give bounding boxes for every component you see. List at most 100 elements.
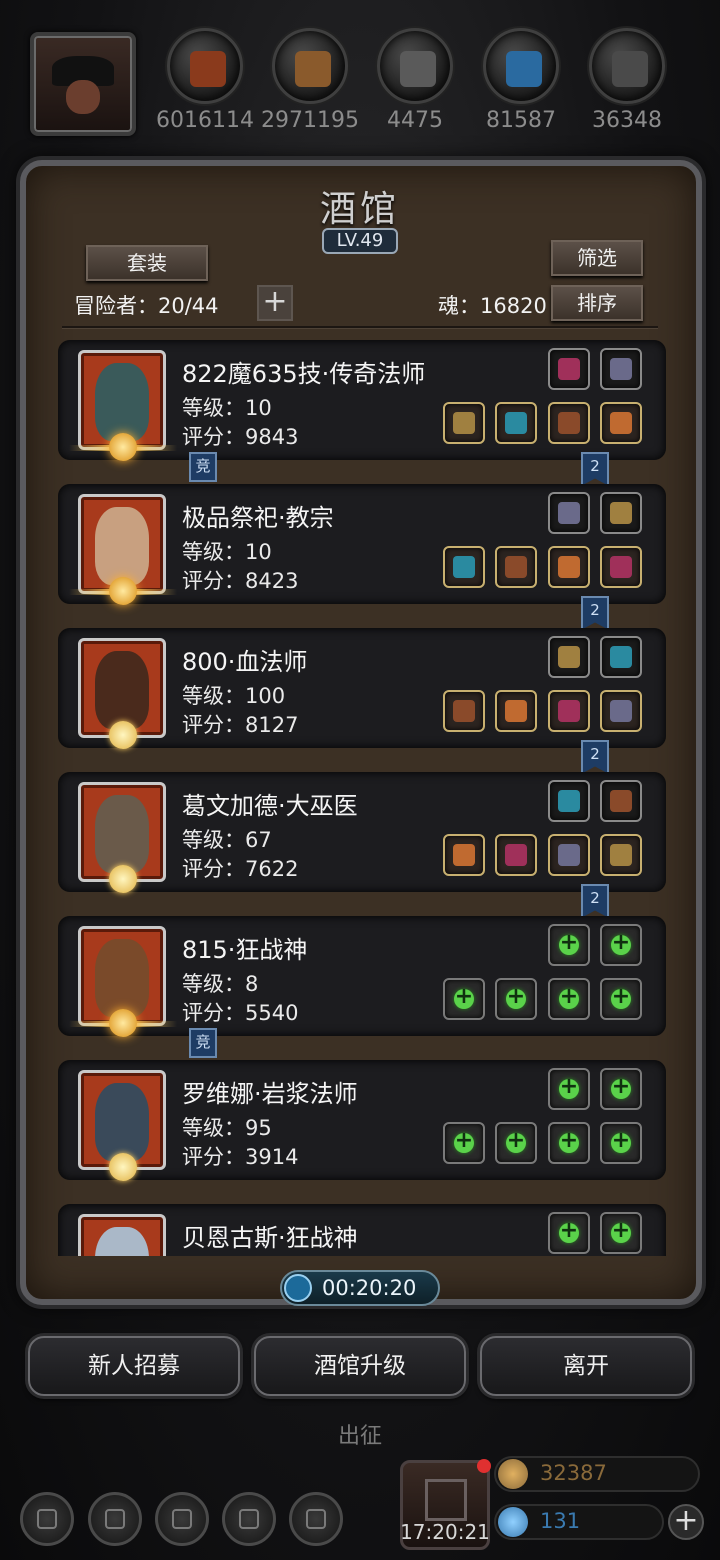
equipment-slot[interactable] [548,348,590,390]
equipment-slot[interactable] [548,834,590,876]
leave-button[interactable]: 离开 [480,1336,692,1396]
equipment-slot[interactable] [600,780,642,822]
equipment-slot[interactable] [443,546,485,588]
hero-button[interactable] [289,1492,343,1546]
hero-face [95,939,149,1017]
hero-portrait[interactable] [78,1070,166,1181]
equipment-slot[interactable] [548,636,590,678]
equipment-slot[interactable] [548,402,590,444]
hero-level: 等级：10 [182,540,272,564]
gold-amount: 32387 [540,1461,607,1485]
hero-card[interactable]: 罗维娜·岩浆法师 等级：95 评分：3914 [58,1060,666,1181]
equipment-slot[interactable] [600,690,642,732]
gold-display: 32387 [494,1456,700,1492]
add-slot-icon [506,1128,526,1153]
hero-portrait[interactable] [78,782,166,893]
resource-value: 81587 [486,108,556,133]
equipment-slot[interactable] [495,546,537,588]
upgrade-tavern-button[interactable]: 酒馆升级 [254,1336,466,1396]
hero-face [95,795,149,873]
equipment-slot[interactable] [600,402,642,444]
equipment-slot[interactable] [495,690,537,732]
hero-score: 评分：3914 [182,1145,299,1169]
equipment-slot[interactable] [600,348,642,390]
hero-name: 葛文加德·大巫医 [182,792,358,820]
hero-card[interactable]: 822魔635技·传奇法师 等级：10 评分：9843 [58,340,666,461]
rank-ribbon: 2 [581,884,609,918]
add-slot-icon [611,984,631,1009]
sortie-label[interactable]: 出征 [270,1418,450,1454]
equipment-slot[interactable] [495,978,537,1020]
hero-card[interactable]: 815·狂战神 等级：8 评分：5540 [58,916,666,1037]
equipment-slot[interactable] [443,978,485,1020]
equipment-slot[interactable] [548,978,590,1020]
hero-portrait[interactable] [78,638,166,749]
recruit-button[interactable]: 新人招募 [28,1336,240,1396]
resource-value: 36348 [592,108,662,133]
equipment-slot[interactable] [600,978,642,1020]
equipment-slot[interactable] [600,924,642,966]
equipment-slot[interactable] [443,402,485,444]
hero-portrait[interactable] [69,926,177,1037]
hero-level: 等级：95 [182,1116,272,1140]
guild-button[interactable] [155,1492,209,1546]
gold-coin-icon [498,1459,528,1489]
hammer-icon [453,556,475,578]
equipment-slot[interactable] [600,636,642,678]
resource-0: 6016114 [150,28,260,133]
add-currency-button[interactable]: + [668,1504,704,1540]
resource-1: 2971195 [255,28,365,133]
hero-card[interactable]: 极品祭祀·教宗 等级：10 评分：8423 [58,484,666,605]
hero-list[interactable]: 822魔635技·传奇法师 等级：10 评分：9843 竞 2 极品祭祀·教宗 等级… [58,340,666,1256]
equipment-slot[interactable] [548,546,590,588]
equipment-slot[interactable] [548,1068,590,1110]
equipment-slot[interactable] [443,1122,485,1164]
filter-button[interactable]: 筛选 [551,240,643,276]
hero-portrait[interactable] [69,494,177,605]
equipment-slot[interactable] [600,1068,642,1110]
hero-card[interactable]: 贝恩古斯·狂战神 [58,1204,666,1256]
equipment-slot[interactable] [600,1122,642,1164]
equipment-slot[interactable] [600,492,642,534]
hero-portrait[interactable] [78,1214,166,1256]
equipment-slot[interactable] [548,780,590,822]
mail-icon [239,1509,259,1529]
tavern-level-badge: LV.49 [322,228,398,254]
mail-button[interactable] [222,1492,276,1546]
equipment-slot[interactable] [548,1122,590,1164]
equipment-slot[interactable] [548,492,590,534]
add-adventurer-slot-button[interactable]: + [257,285,293,321]
equipment-slot[interactable] [443,690,485,732]
equipment-slot[interactable] [548,1212,590,1254]
achievement-button[interactable] [88,1492,142,1546]
hero-score: 评分：7622 [182,857,299,881]
settings-button[interactable] [20,1492,74,1546]
equipment-slot[interactable] [495,834,537,876]
staff-icon [453,412,475,434]
herb-icon [610,844,632,866]
sort-button[interactable]: 排序 [551,285,643,321]
moon-medal-icon [109,865,137,893]
feather-icon [558,646,580,668]
hero-face [95,1227,149,1256]
equipment-slot[interactable] [495,1122,537,1164]
header-divider [62,326,658,328]
player-avatar[interactable] [30,32,136,136]
add-slot-icon [559,1074,579,1099]
hero-name: 罗维娜·岩浆法师 [182,1080,358,1108]
hero-score: 评分：5540 [182,1001,299,1025]
panel-title: 酒馆 [319,189,400,230]
suit-button[interactable]: 套装 [86,245,208,281]
hero-card[interactable]: 葛文加德·大巫医 等级：67 评分：7622 [58,772,666,893]
hero-card[interactable]: 800·血法师 等级：100 评分：8127 [58,628,666,749]
equipment-slot[interactable] [443,834,485,876]
equipment-slot[interactable] [495,402,537,444]
equipment-slot[interactable] [600,834,642,876]
rank-ribbon: 2 [581,740,609,774]
legend-medal-icon [109,1009,137,1037]
equipment-slot[interactable] [548,690,590,732]
equipment-slot[interactable] [600,546,642,588]
equipment-slot[interactable] [600,1212,642,1254]
hero-portrait[interactable] [69,350,177,461]
equipment-slot[interactable] [548,924,590,966]
